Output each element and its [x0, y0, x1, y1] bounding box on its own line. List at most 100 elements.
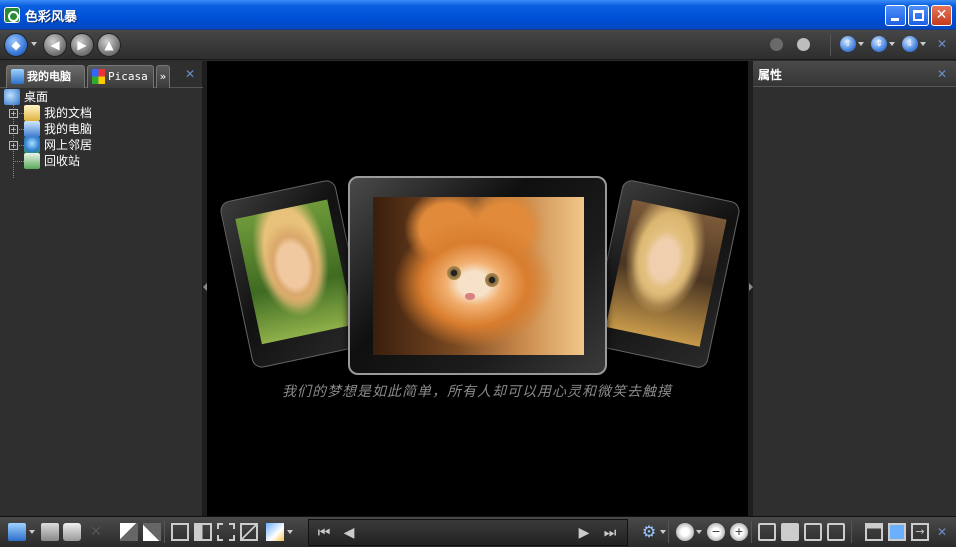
save-icon[interactable]	[41, 523, 59, 541]
crop-icon[interactable]	[217, 523, 235, 541]
separator	[830, 34, 831, 56]
chevron-right-icon: »	[159, 70, 167, 83]
sort-down-dropdown-icon[interactable]	[920, 42, 926, 46]
bottom-close-icon[interactable]: ✕	[937, 525, 947, 539]
arrow-right-icon: ▶	[77, 38, 87, 52]
arrow-left-icon: ◀	[50, 38, 60, 52]
previous-image-icon[interactable]: ◀	[339, 523, 359, 543]
more-tabs-button[interactable]: »	[156, 65, 170, 88]
sort-mid-button[interactable]: ⇕	[871, 36, 887, 52]
playback-bar: ⏮ ◀ ▶ ⏭	[308, 519, 628, 546]
folder-panel: 我的电脑 Picasa » ✕ 桌面 + 我的文档 + 我的电脑 + 网上邻居 …	[0, 61, 203, 516]
picasa-icon	[92, 69, 105, 84]
tree-item-recycle-bin[interactable]: 回收站	[4, 153, 124, 169]
first-image-icon[interactable]: ⏮	[314, 523, 334, 543]
fit-icon[interactable]	[171, 523, 189, 541]
image-viewer[interactable]: 我们的梦想是如此简单，所有人却可以用心灵和微笑去触摸	[207, 61, 748, 516]
expand-icon[interactable]: +	[9, 109, 18, 118]
zoom-icon[interactable]	[676, 523, 694, 541]
photo-frame-center[interactable]	[348, 176, 607, 375]
separator	[668, 521, 669, 543]
tree-item-network[interactable]: + 网上邻居	[4, 137, 124, 153]
panel-close-icon[interactable]: ✕	[185, 67, 195, 81]
tree-line	[13, 161, 24, 162]
tree-item-label: 我的文档	[44, 106, 93, 120]
maximize-button[interactable]	[908, 5, 929, 26]
properties-close-icon[interactable]: ✕	[937, 67, 947, 81]
status-dot-2	[797, 38, 810, 51]
sort-down-icon: ⇩	[906, 39, 914, 49]
image-caption: 我们的梦想是如此简单，所有人却可以用心灵和微笑去触摸	[282, 384, 672, 400]
forward-button[interactable]: ▶	[70, 33, 94, 57]
layout-icon[interactable]	[865, 523, 883, 541]
exit-icon[interactable]: →	[911, 523, 929, 541]
minimize-button[interactable]	[885, 5, 906, 26]
sort-down-button[interactable]: ⇩	[902, 36, 918, 52]
fit-width-icon[interactable]	[804, 523, 822, 541]
tab-picasa[interactable]: Picasa	[87, 65, 154, 88]
sort-up-icon: ⇧	[844, 39, 852, 49]
tree-item-label: 桌面	[24, 90, 49, 104]
home-icon: ◆	[11, 38, 21, 52]
woman-photo	[605, 199, 727, 347]
last-image-icon[interactable]: ⏭	[600, 523, 620, 543]
status-dot-1	[770, 38, 783, 51]
zoom-in-icon[interactable]: +	[730, 523, 748, 541]
app-icon	[4, 7, 20, 23]
rotate-left-icon[interactable]	[120, 523, 138, 541]
expand-icon[interactable]: +	[9, 141, 18, 150]
expand-icon[interactable]: +	[9, 125, 18, 134]
window-title: 色彩风暴	[25, 10, 78, 25]
rotate-right-icon[interactable]	[143, 523, 161, 541]
close-icon: ✕	[935, 7, 948, 23]
sort-mid-dropdown-icon[interactable]	[889, 42, 895, 46]
home-dropdown-icon[interactable]	[31, 42, 37, 46]
edit-icon[interactable]	[266, 523, 284, 541]
properties-header: 属性 ✕	[753, 61, 956, 87]
nose	[465, 293, 475, 300]
sort-up-dropdown-icon[interactable]	[858, 42, 864, 46]
tree-item-my-computer[interactable]: + 我的电脑	[4, 121, 124, 137]
photo-frame-right[interactable]	[588, 178, 742, 370]
fit-height-icon[interactable]	[827, 523, 845, 541]
open-folder-icon[interactable]	[8, 523, 26, 541]
bottom-toolbar: ✕ ⏮ ◀ ▶ ⏭ ⚙ − + → ✕	[0, 516, 956, 547]
home-button[interactable]: ◆	[4, 33, 28, 57]
print-icon[interactable]	[63, 523, 81, 541]
delete-icon[interactable]: ✕	[87, 523, 105, 541]
next-image-icon[interactable]: ▶	[574, 523, 594, 543]
separator	[751, 521, 752, 543]
documents-icon	[24, 105, 40, 121]
tree-item-label: 网上邻居	[44, 138, 93, 152]
actual-size-icon[interactable]	[758, 523, 776, 541]
settings-icon[interactable]: ⚙	[640, 523, 658, 541]
open-dropdown-icon[interactable]	[29, 530, 35, 534]
toolbar-close-icon[interactable]: ✕	[937, 37, 947, 51]
properties-title: 属性	[758, 68, 783, 82]
fullscreen-icon[interactable]	[888, 523, 906, 541]
compare-icon[interactable]	[194, 523, 212, 541]
sort-up-button[interactable]: ⇧	[840, 36, 856, 52]
close-button[interactable]: ✕	[931, 5, 952, 26]
tree-item-label: 回收站	[44, 154, 81, 168]
tab-label: 我的电脑	[27, 70, 71, 83]
tab-label: Picasa	[108, 70, 148, 83]
photo-frame-left[interactable]	[218, 178, 370, 370]
kitten-photo	[373, 197, 584, 355]
recycle-bin-icon	[24, 153, 40, 169]
fit-window-icon[interactable]	[781, 523, 799, 541]
tree-item-my-documents[interactable]: + 我的文档	[4, 105, 124, 121]
zoom-out-icon[interactable]: −	[707, 523, 725, 541]
up-button[interactable]: ▲	[97, 33, 121, 57]
separator	[851, 521, 852, 543]
tab-my-computer[interactable]: 我的电脑	[6, 65, 85, 88]
edit-dropdown-icon[interactable]	[287, 530, 293, 534]
girl-photo	[235, 199, 354, 345]
computer-icon	[24, 121, 40, 137]
back-button[interactable]: ◀	[43, 33, 67, 57]
tree-item-desktop[interactable]: 桌面	[4, 89, 124, 105]
desktop-icon	[4, 89, 20, 105]
settings-dropdown-icon[interactable]	[660, 530, 666, 534]
resize-icon[interactable]	[240, 523, 258, 541]
zoom-dropdown-icon[interactable]	[696, 530, 702, 534]
